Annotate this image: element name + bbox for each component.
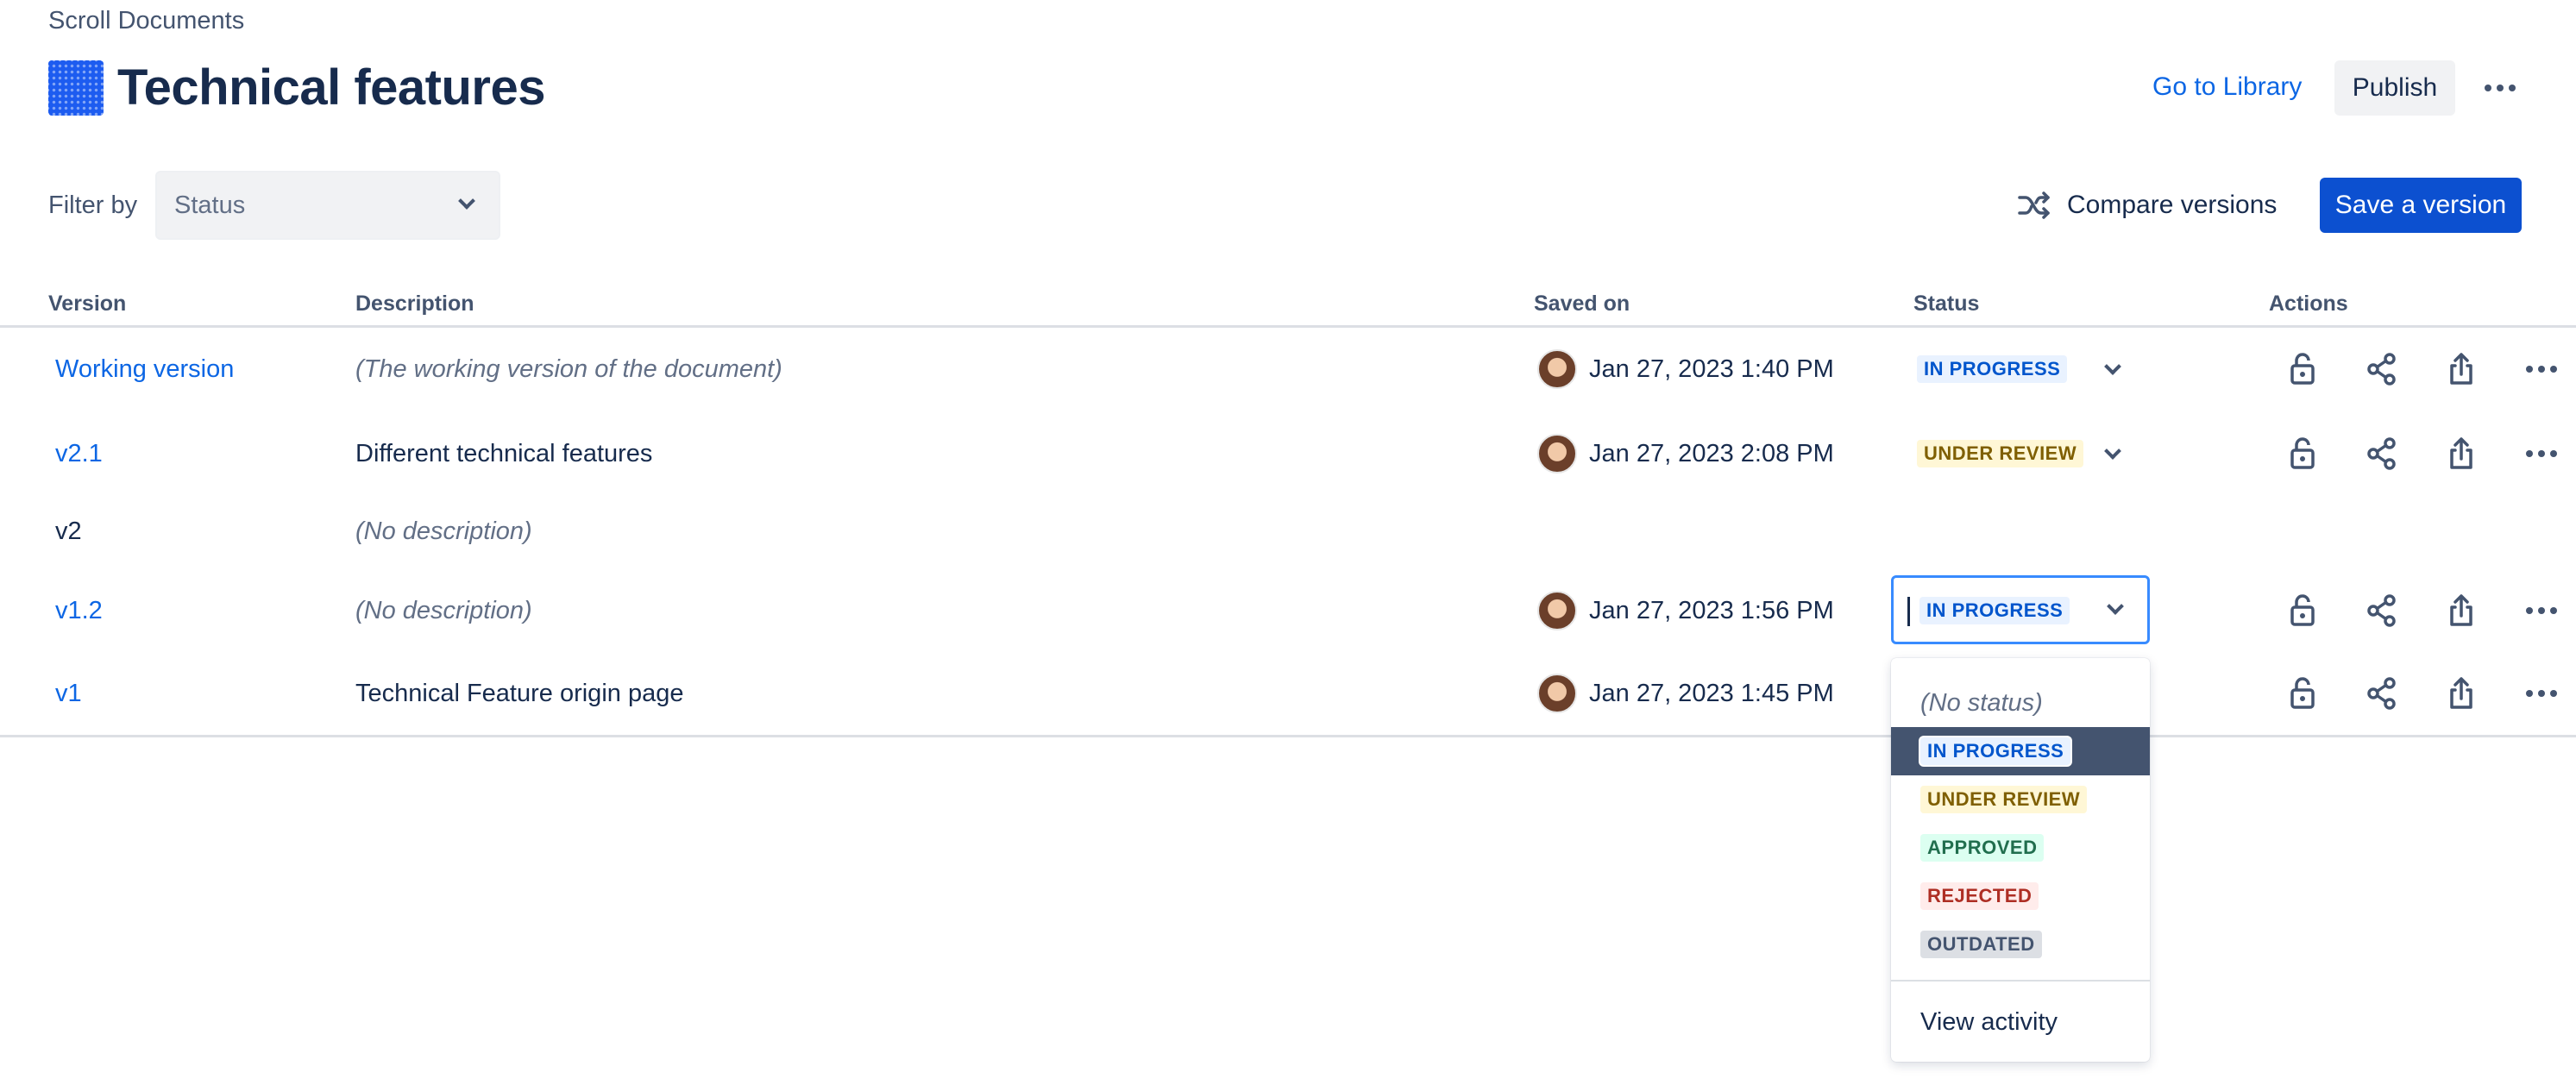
avatar <box>1537 591 1577 630</box>
menu-item-approved[interactable]: APPROVED <box>1891 824 2150 872</box>
version-link[interactable]: Working version <box>55 329 234 409</box>
share-icon[interactable] <box>2364 593 2400 629</box>
menu-item-no-status[interactable]: (No status) <box>1891 679 2150 727</box>
version-description: Different technical features <box>355 439 653 467</box>
table-row: v1.2 (No description) Jan 27, 2023 1:56 … <box>0 571 2576 650</box>
menu-item-outdated[interactable]: OUTDATED <box>1891 920 2150 969</box>
column-header-actions: Actions <box>2269 292 2348 316</box>
avatar <box>1537 434 1577 474</box>
export-icon[interactable] <box>2443 675 2479 712</box>
table-row: v2.1 Different technical features Jan 27… <box>0 414 2576 493</box>
page-title: Technical features <box>117 60 546 116</box>
version-description: (No description) <box>355 596 532 624</box>
more-options-icon[interactable] <box>2526 607 2557 614</box>
saved-on-date: Jan 27, 2023 1:45 PM <box>1589 679 1834 707</box>
export-icon[interactable] <box>2443 436 2479 472</box>
lock-icon[interactable] <box>2284 351 2321 387</box>
column-header-status: Status <box>1913 292 1980 316</box>
version-description: (No description) <box>355 517 532 545</box>
document-icon <box>48 60 104 116</box>
more-options-icon[interactable] <box>2526 450 2557 457</box>
status-filter-select[interactable]: Status <box>155 171 500 240</box>
more-options-icon[interactable] <box>2526 366 2557 373</box>
version-link[interactable]: v1.2 <box>55 571 103 650</box>
status-lozenge: OUTDATED <box>1920 931 2042 958</box>
saved-on-date: Jan 27, 2023 1:56 PM <box>1589 596 1834 624</box>
version-description: Technical Feature origin page <box>355 679 684 707</box>
column-header-saved-on: Saved on <box>1534 292 1630 316</box>
text-caret <box>1907 597 1910 626</box>
status-cell[interactable]: IN PROGRESS <box>1917 329 2068 409</box>
row-actions <box>2284 414 2557 493</box>
go-to-library-link[interactable]: Go to Library <box>2152 72 2302 102</box>
saved-on-date: Jan 27, 2023 1:40 PM <box>1589 354 1834 383</box>
menu-divider <box>1891 980 2150 982</box>
saved-on-cell: Jan 27, 2023 1:45 PM <box>1537 654 1834 733</box>
table-row: v2 (No description) <box>0 492 2576 571</box>
menu-item-rejected[interactable]: REJECTED <box>1891 872 2150 920</box>
lock-icon[interactable] <box>2284 593 2321 629</box>
menu-item-view-activity[interactable]: View activity <box>1891 998 2150 1046</box>
row-actions <box>2284 329 2557 409</box>
row-actions <box>2284 571 2557 650</box>
column-header-version: Version <box>48 292 127 316</box>
share-icon[interactable] <box>2364 351 2400 387</box>
more-options-icon[interactable] <box>2526 690 2557 697</box>
status-lozenge: UNDER REVIEW <box>1920 786 2088 813</box>
version-link[interactable]: v1 <box>55 654 82 733</box>
compare-versions-label: Compare versions <box>2067 191 2278 219</box>
status-select-open[interactable]: IN PROGRESS <box>1891 575 2150 644</box>
share-icon[interactable] <box>2364 436 2400 472</box>
saved-on-cell: Jan 27, 2023 2:08 PM <box>1537 414 1834 493</box>
table-row: v1 Technical Feature origin page Jan 27,… <box>0 654 2576 733</box>
status-lozenge: IN PROGRESS <box>1919 597 2070 624</box>
table-bottom-divider <box>0 735 2576 737</box>
saved-on-date: Jan 27, 2023 2:08 PM <box>1589 439 1834 467</box>
compare-versions-button[interactable]: Compare versions <box>2017 188 2277 223</box>
avatar <box>1537 349 1577 389</box>
table-header-divider <box>0 325 2576 328</box>
export-icon[interactable] <box>2443 593 2479 629</box>
lock-icon[interactable] <box>2284 675 2321 712</box>
status-lozenge: IN PROGRESS <box>1917 355 2068 383</box>
more-options-icon[interactable] <box>2485 79 2516 97</box>
export-icon[interactable] <box>2443 351 2479 387</box>
saved-on-cell: Jan 27, 2023 1:56 PM <box>1537 571 1834 650</box>
chevron-down-icon <box>458 192 475 210</box>
column-header-description: Description <box>355 292 474 316</box>
filter-label: Filter by <box>48 191 138 219</box>
app-breadcrumb[interactable]: Scroll Documents <box>48 7 244 35</box>
status-chevron-down-icon[interactable] <box>2104 358 2121 375</box>
share-icon[interactable] <box>2364 675 2400 712</box>
version-link[interactable]: v2.1 <box>55 414 103 493</box>
chevron-down-icon[interactable] <box>2107 598 2124 615</box>
compare-shuffle-icon <box>2018 191 2050 219</box>
status-chevron-down-icon[interactable] <box>2104 442 2121 460</box>
publish-button[interactable]: Publish <box>2334 60 2455 116</box>
status-lozenge: UNDER REVIEW <box>1917 440 2084 467</box>
status-filter-value: Status <box>174 191 246 219</box>
status-cell[interactable]: UNDER REVIEW <box>1917 414 2084 493</box>
row-actions <box>2284 654 2557 733</box>
status-lozenge: IN PROGRESS <box>1920 737 2071 765</box>
menu-item-under-review[interactable]: UNDER REVIEW <box>1891 775 2150 824</box>
saved-on-cell: Jan 27, 2023 1:40 PM <box>1537 329 1834 409</box>
menu-item-in-progress[interactable]: IN PROGRESS <box>1891 727 2150 775</box>
lock-icon[interactable] <box>2284 436 2321 472</box>
status-dropdown-menu: (No status) IN PROGRESS UNDER REVIEW APP… <box>1891 658 2150 1062</box>
save-version-button[interactable]: Save a version <box>2320 178 2522 233</box>
version-description: (The working version of the document) <box>355 354 782 383</box>
avatar <box>1537 674 1577 713</box>
status-lozenge: APPROVED <box>1920 834 2045 862</box>
status-lozenge: REJECTED <box>1920 882 2039 910</box>
version-label: v2 <box>55 517 82 545</box>
table-row: Working version (The working version of … <box>0 329 2576 409</box>
